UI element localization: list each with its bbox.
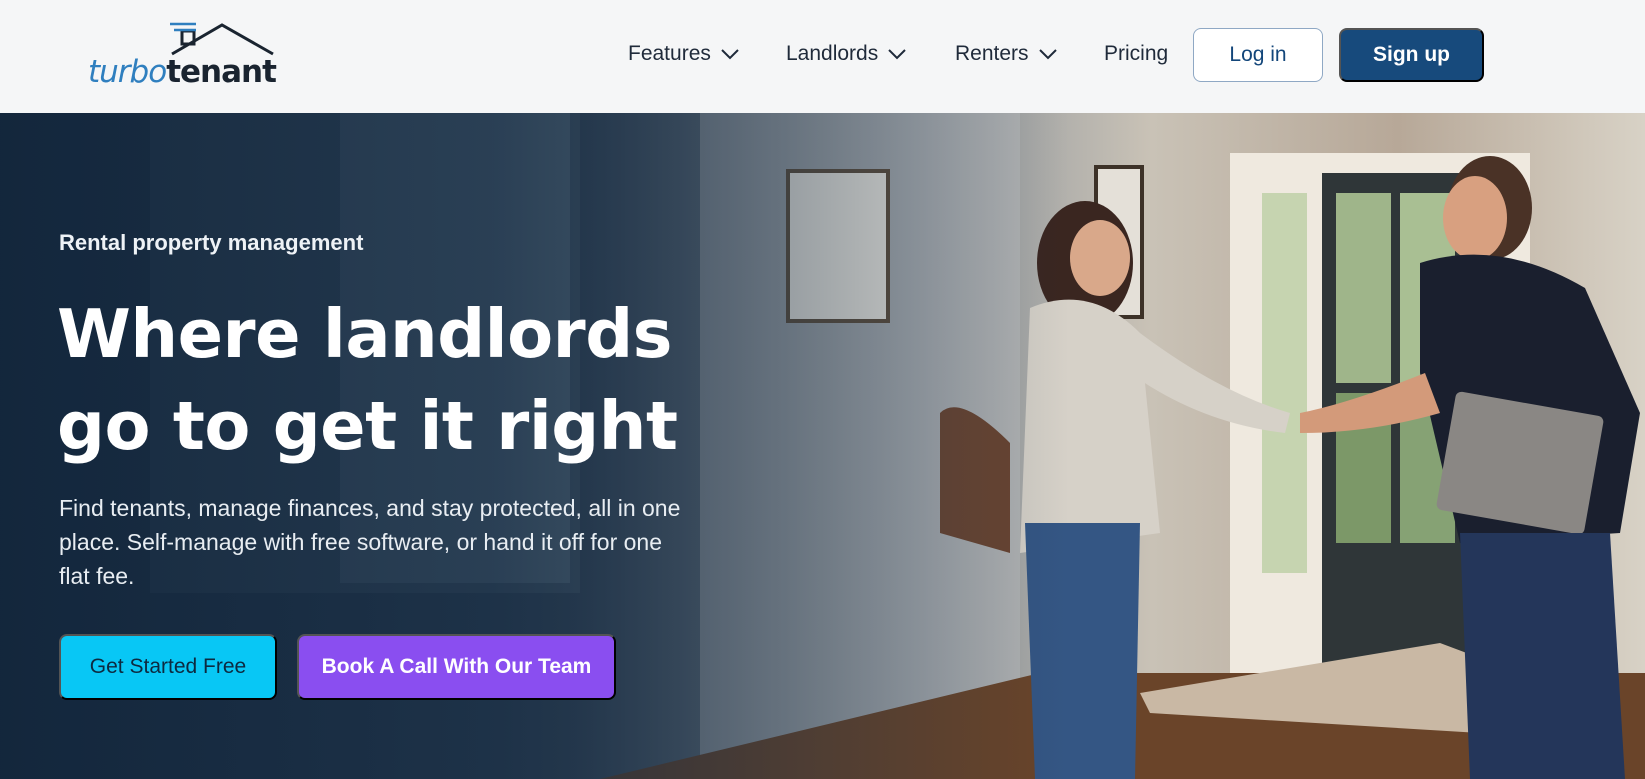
nav-item-label: Features bbox=[628, 42, 711, 65]
logo-tenant-text: tenant bbox=[166, 54, 277, 90]
nav-item-label: Pricing bbox=[1104, 42, 1169, 65]
logo-turbo-text: turbo bbox=[88, 54, 167, 90]
chevron-down-icon bbox=[888, 49, 906, 60]
site-header: turbotenant Features Landlords Renters P… bbox=[0, 0, 1645, 113]
nav-item-label: Landlords bbox=[786, 42, 879, 65]
speed-lines-icon bbox=[170, 22, 196, 32]
chevron-down-icon bbox=[721, 49, 739, 60]
nav-item-features[interactable]: Features bbox=[628, 42, 739, 66]
nav-item-landlords[interactable]: Landlords bbox=[786, 42, 906, 66]
login-button[interactable]: Log in bbox=[1193, 28, 1323, 82]
turbotenant-logo[interactable]: turbotenant bbox=[58, 22, 278, 90]
nav-item-renters[interactable]: Renters bbox=[955, 42, 1057, 66]
book-call-button[interactable]: Book A Call With Our Team bbox=[297, 634, 616, 700]
hero-headline: Where landlords go to get it right bbox=[57, 295, 678, 465]
hero-eyebrow: Rental property management bbox=[59, 230, 364, 255]
hero-subtext: Find tenants, manage finances, and stay … bbox=[59, 495, 681, 589]
nav-item-pricing[interactable]: Pricing bbox=[1104, 42, 1168, 66]
logo-wordmark: turbotenant bbox=[88, 54, 277, 90]
chevron-down-icon bbox=[1038, 49, 1057, 60]
get-started-free-button[interactable]: Get Started Free bbox=[59, 634, 277, 700]
hero-section: Rental property management Where landlor… bbox=[0, 113, 1645, 779]
signup-button[interactable]: Sign up bbox=[1339, 28, 1484, 82]
nav-item-label: Renters bbox=[955, 42, 1029, 65]
